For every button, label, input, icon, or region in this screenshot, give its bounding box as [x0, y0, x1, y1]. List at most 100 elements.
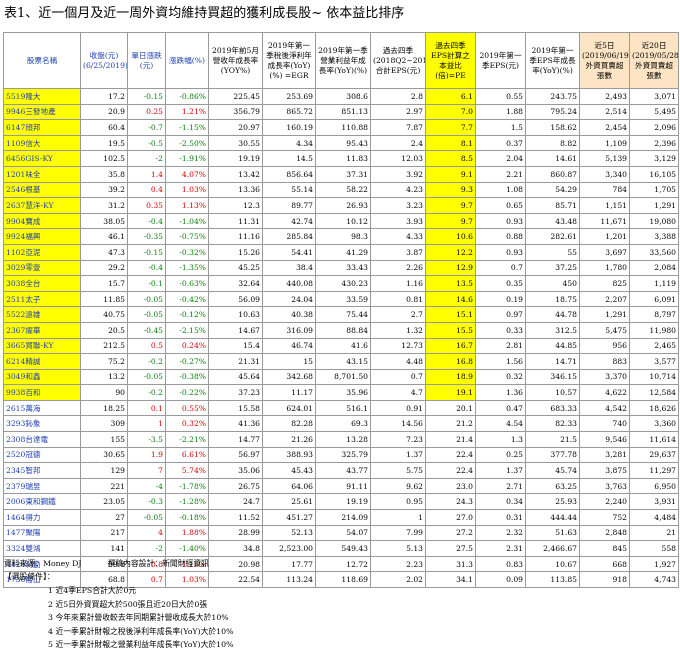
foreign-20d-cell: 3,360 — [629, 415, 679, 433]
net-income-growth-cell: 440.08 — [262, 275, 316, 292]
header-change-pct: 漲跌幅(%) — [165, 32, 209, 89]
revenue-growth-cell: 356.79 — [208, 103, 263, 121]
eps-4q-cell: 4.48 — [370, 353, 426, 370]
header-foreign-5d: 近5日 (2019/06/19~6/25) 外資買賣超張數 — [579, 32, 630, 89]
op-income-growth-cell: 69.3 — [315, 415, 371, 433]
op-income-growth-cell: 43.77 — [315, 462, 371, 479]
eps-4q-cell: 2.26 — [370, 259, 426, 277]
pe-cell: 9.1 — [425, 165, 476, 183]
eps-growth-cell: 14.61 — [525, 150, 580, 167]
eps-growth-cell: 44.78 — [525, 306, 580, 323]
change-pct-cell: -0.38% — [165, 368, 209, 386]
header-name: 股票名稱 — [3, 32, 81, 89]
header-net-income-growth: 2019年第一季稅後淨利年成長率(YoY)(%) =EGR — [262, 32, 316, 89]
eps-growth-cell: 158.62 — [525, 119, 580, 136]
pe-cell: 21.4 — [425, 431, 476, 448]
table-row: 1464得力 27 -0.05 -0.18% 11.52 451.27 214.09 1 27.… — [3, 509, 679, 526]
eps-4q-cell: 5.13 — [370, 540, 426, 557]
foreign-5d-cell: 1,109 — [579, 134, 630, 152]
change-pct-cell: 5.74% — [165, 462, 209, 479]
close-cell: 102.5 — [80, 150, 128, 167]
revenue-growth-cell: 37.23 — [208, 384, 263, 401]
eps-q1-cell: 0.55 — [475, 88, 526, 105]
change-cell: 4 — [127, 524, 166, 542]
op-income-growth-cell: 549.43 — [315, 540, 371, 557]
eps-4q-cell: 1.16 — [370, 275, 426, 292]
eps-q1-cell: 0.97 — [475, 306, 526, 323]
eps-growth-cell: 44.85 — [525, 337, 580, 355]
revenue-growth-cell: 20.97 — [208, 119, 263, 136]
revenue-growth-cell: 28.99 — [208, 524, 263, 542]
foreign-20d-cell: 3,129 — [629, 150, 679, 167]
change-cell: -0.2 — [127, 353, 166, 370]
revenue-growth-cell: 34.8 — [208, 540, 263, 557]
eps-4q-cell: 1.32 — [370, 321, 426, 339]
op-income-growth-cell: 308.6 — [315, 88, 371, 105]
header-eps-4q: 過去四季 (2018Q2~2019Q1) 合計EPS(元) — [370, 32, 426, 89]
eps-4q-cell: 4.23 — [370, 181, 426, 199]
op-income-growth-cell: 95.43 — [315, 134, 371, 152]
eps-4q-cell: 12.03 — [370, 150, 426, 167]
eps-growth-cell: 346.15 — [525, 368, 580, 386]
change-cell: -0.3 — [127, 493, 166, 511]
stock-name-cell: 1477聚陽 — [3, 524, 81, 542]
close-cell: 38.05 — [80, 212, 128, 230]
eps-growth-cell: 2,466.67 — [525, 540, 580, 557]
change-pct-cell: -1.40% — [165, 540, 209, 557]
eps-q1-cell: 0.47 — [475, 399, 526, 417]
op-income-growth-cell: 88.84 — [315, 321, 371, 339]
eps-4q-cell: 2.7 — [370, 306, 426, 323]
stock-name-cell: 5519隆大 — [3, 88, 81, 105]
op-income-growth-cell: 91.11 — [315, 477, 371, 495]
close-cell: 309 — [80, 415, 128, 433]
pe-cell: 21.2 — [425, 415, 476, 433]
op-income-growth-cell: 37.31 — [315, 165, 371, 183]
stock-name-cell: 2546根基 — [3, 181, 81, 199]
eps-q1-cell: 0.65 — [475, 197, 526, 214]
stock-name-cell: 5522遠雄 — [3, 306, 81, 323]
stock-name-cell: 1102亞泥 — [3, 243, 81, 261]
table-row: 1477聚陽 217 4 1.88% 28.99 52.13 54.07 7.99 27.2 2.… — [3, 524, 679, 542]
table-row: 1102亞泥 47.3 -0.15 -0.32% 15.26 54.41 41.29 3.87… — [3, 243, 679, 261]
pe-cell: 23.0 — [425, 477, 476, 495]
foreign-5d-cell: 1,151 — [579, 197, 630, 214]
foreign-5d-cell: 3,697 — [579, 243, 630, 261]
table-row: 6147頎邦 60.4 -0.7 -1.15% 20.97 160.19 110.88 7.8… — [3, 119, 679, 136]
stock-name-cell: 9946三發地產 — [3, 103, 81, 121]
header-eps-growth: 2019年第一季EPS年成長率(YoY)(%) — [525, 32, 580, 89]
header-revenue-growth: 2019年前5月營收年成長率 (YOY%) — [208, 32, 263, 89]
foreign-5d-cell: 9,546 — [579, 431, 630, 448]
eps-4q-cell: 4.7 — [370, 384, 426, 401]
foreign-20d-cell: 33,560 — [629, 243, 679, 261]
stock-name-cell: 3029零壹 — [3, 259, 81, 277]
revenue-growth-cell: 19.19 — [208, 150, 263, 167]
net-income-growth-cell: 52.13 — [262, 524, 316, 542]
change-cell: 1.9 — [127, 446, 166, 464]
eps-q1-cell: 4.54 — [475, 415, 526, 433]
net-income-growth-cell: 4.34 — [262, 134, 316, 152]
change-cell: -0.05 — [127, 306, 166, 323]
source-text: 資料來源：Money DJ — [4, 559, 82, 568]
foreign-5d-cell: 956 — [579, 337, 630, 355]
op-income-growth-cell: 110.88 — [315, 119, 371, 136]
eps-4q-cell: 12.73 — [370, 337, 426, 355]
change-cell: -0.05 — [127, 368, 166, 386]
op-income-growth-cell: 10.12 — [315, 212, 371, 230]
eps-4q-cell: 3.93 — [370, 212, 426, 230]
op-income-growth-cell: 98.3 — [315, 228, 371, 245]
table-row: 3293鈊象 309 1 0.32% 41.36 82.28 69.3 14.56 21.2 4.… — [3, 415, 679, 433]
revenue-growth-cell: 32.64 — [208, 275, 263, 292]
change-pct-cell: -1.35% — [165, 259, 209, 277]
header-eps-q1: 2019年第一季EPS(元) — [475, 32, 526, 89]
eps-growth-cell: 282.61 — [525, 228, 580, 245]
close-cell: 31.2 — [80, 197, 128, 214]
foreign-20d-cell: 2,096 — [629, 119, 679, 136]
table-row: 2637慧洋-KY 31.2 0.35 1.13% 12.3 89.77 26.93 3.23… — [3, 197, 679, 214]
stock-name-cell: 2637慧洋-KY — [3, 197, 81, 214]
stock-name-cell: 2308台達電 — [3, 431, 81, 448]
foreign-5d-cell: 1,780 — [579, 259, 630, 277]
close-cell: 27 — [80, 509, 128, 526]
eps-q1-cell: 0.31 — [475, 509, 526, 526]
foreign-20d-cell: 19,080 — [629, 212, 679, 230]
eps-q1-cell: 0.93 — [475, 212, 526, 230]
